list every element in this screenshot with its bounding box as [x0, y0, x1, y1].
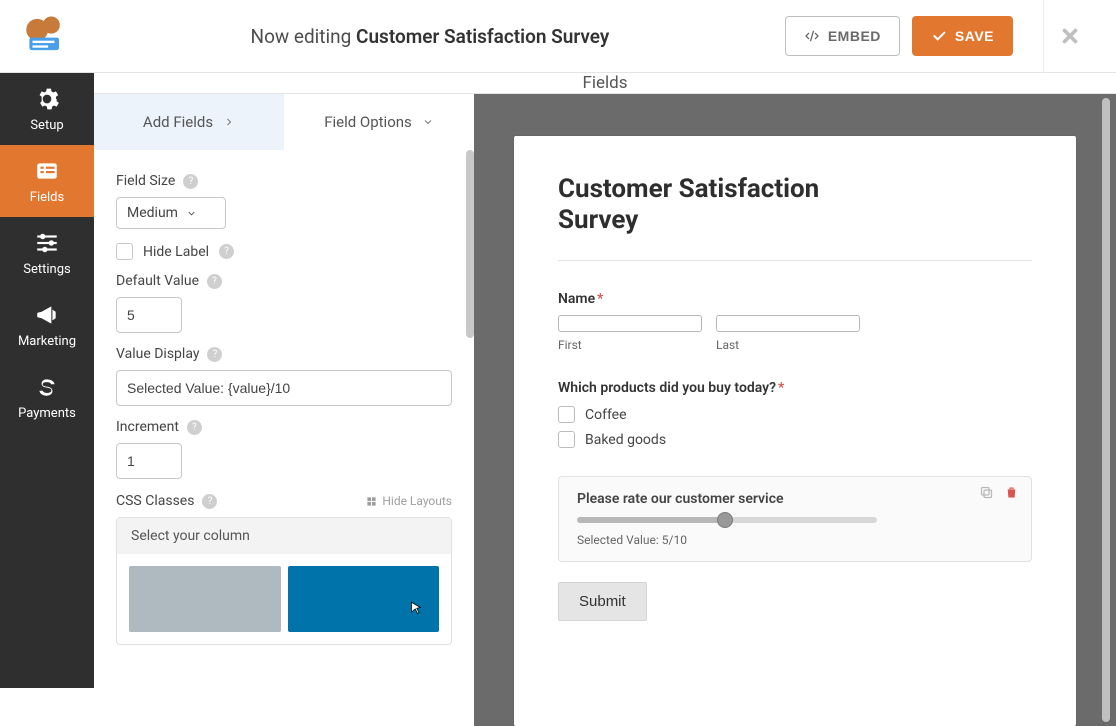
checkbox-coffee[interactable]	[558, 406, 575, 423]
help-icon[interactable]: ?	[202, 494, 217, 509]
column-layout-picker: Select your column	[116, 517, 452, 645]
value-display-label: Value Display ?	[116, 346, 452, 362]
dollar-icon	[34, 374, 60, 400]
nav-marketing[interactable]: Marketing	[0, 289, 94, 361]
increment-input[interactable]	[116, 443, 182, 479]
app-logo	[15, 11, 75, 61]
hide-label-checkbox[interactable]	[116, 243, 133, 260]
megaphone-icon	[34, 302, 60, 328]
tab-add-fields[interactable]: Add Fields	[94, 94, 284, 150]
hide-layouts-toggle[interactable]: Hide Layouts	[366, 494, 452, 508]
form-name: Customer Satisfaction Survey	[356, 25, 609, 48]
default-value-input[interactable]	[116, 297, 182, 333]
side-nav: Setup Fields Settings Marketing Payments	[0, 73, 94, 688]
slider-value-text: Selected Value: 5/10	[577, 533, 1013, 547]
sliders-icon	[34, 230, 60, 256]
form-preview: Customer Satisfaction Survey Name* First…	[514, 136, 1076, 726]
close-icon[interactable]	[1043, 0, 1096, 73]
help-icon[interactable]: ?	[207, 274, 222, 289]
embed-button[interactable]: EMBED	[785, 16, 900, 56]
tab-field-options[interactable]: Field Options	[284, 94, 474, 150]
name-field-label: Name*	[558, 291, 1032, 307]
chevron-right-icon	[223, 116, 235, 128]
preview-scrollbar[interactable]	[1102, 98, 1112, 722]
slider-field[interactable]: Please rate our customer service Selecte…	[558, 476, 1032, 562]
save-label: SAVE	[955, 28, 994, 44]
nav-setup[interactable]: Setup	[0, 73, 94, 145]
column-caption: Select your column	[117, 518, 451, 554]
form-icon	[34, 158, 60, 184]
grid-icon	[366, 496, 377, 507]
embed-label: EMBED	[828, 28, 881, 44]
chevron-down-icon	[186, 208, 197, 219]
submit-button[interactable]: Submit	[558, 582, 647, 621]
slider-track[interactable]	[577, 517, 877, 523]
field-size-label: Field Size ?	[116, 173, 452, 189]
section-title: Fields	[94, 73, 1116, 94]
value-display-input[interactable]	[116, 370, 452, 406]
hide-label-text: Hide Label	[143, 244, 209, 260]
options-panel: Add Fields Field Options Field Size ? Me…	[94, 94, 474, 726]
first-name-input[interactable]	[558, 315, 702, 332]
default-value-label: Default Value ?	[116, 273, 452, 289]
slider-thumb[interactable]	[717, 512, 733, 528]
form-title: Customer Satisfaction Survey	[558, 174, 878, 236]
nav-fields[interactable]: Fields	[0, 145, 94, 217]
slider-fill	[577, 517, 727, 523]
save-button[interactable]: SAVE	[912, 16, 1013, 56]
slider-label: Please rate our customer service	[577, 491, 1013, 507]
nav-settings[interactable]: Settings	[0, 217, 94, 289]
chevron-down-icon	[422, 116, 434, 128]
last-name-input[interactable]	[716, 315, 860, 332]
checkbox-coffee-label: Coffee	[585, 407, 627, 423]
help-icon[interactable]: ?	[207, 347, 222, 362]
checkbox-baked-goods[interactable]	[558, 431, 575, 448]
checkbox-baked-goods-label: Baked goods	[585, 432, 666, 448]
preview-area: Customer Satisfaction Survey Name* First…	[474, 94, 1116, 726]
help-icon[interactable]: ?	[219, 244, 234, 259]
last-sublabel: Last	[716, 338, 860, 352]
help-icon[interactable]: ?	[183, 174, 198, 189]
field-size-select[interactable]: Medium	[116, 197, 226, 229]
divider	[558, 260, 1032, 261]
duplicate-icon[interactable]	[979, 485, 994, 500]
header-actions: EMBED SAVE	[785, 16, 1013, 56]
first-sublabel: First	[558, 338, 702, 352]
trash-icon[interactable]	[1004, 485, 1019, 500]
increment-label: Increment ?	[116, 419, 452, 435]
products-field-label: Which products did you buy today?*	[558, 380, 1032, 396]
page-title: Now editing Customer Satisfaction Survey	[75, 25, 785, 48]
editing-prefix: Now editing	[251, 25, 357, 48]
gear-icon	[34, 86, 60, 112]
header-bar: Now editing Customer Satisfaction Survey…	[0, 0, 1116, 73]
column-option-1[interactable]	[129, 566, 281, 632]
help-icon[interactable]: ?	[187, 420, 202, 435]
options-scrollbar[interactable]	[466, 150, 474, 338]
column-option-2[interactable]	[288, 566, 440, 632]
nav-payments[interactable]: Payments	[0, 361, 94, 433]
cursor-icon	[407, 600, 425, 618]
css-classes-label: CSS Classes ?	[116, 493, 217, 509]
